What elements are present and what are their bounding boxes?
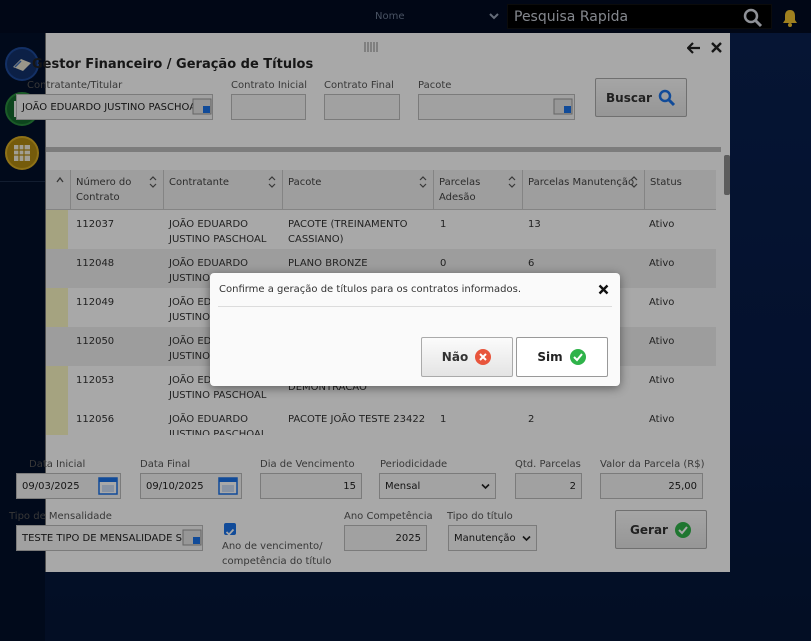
gerar-button[interactable]: Gerar <box>615 510 707 549</box>
confirm-message: Confirme a geração de títulos para os co… <box>219 284 521 295</box>
close-icon[interactable] <box>598 284 609 295</box>
data-final-label: Data Final <box>140 459 191 470</box>
window-title: Gestor Financeiro / Geração de Títulos <box>32 57 314 72</box>
periodicidade-label: Periodicidade <box>380 459 448 470</box>
pacote-field[interactable] <box>418 94 575 120</box>
column-header-adesao[interactable]: Parcelas Adesão <box>434 170 523 210</box>
dia-vencimento-label: Dia de Vencimento <box>260 459 355 470</box>
column-header-contratante[interactable]: Contratante <box>164 170 283 210</box>
sort-icon <box>56 176 64 183</box>
table-header: Número do Contrato Contratante Pacote Pa… <box>46 170 716 210</box>
sim-label: Sim <box>537 350 563 364</box>
qtd-parcelas-input[interactable]: 2 <box>515 473 582 499</box>
sort-icon <box>508 176 516 188</box>
horizontal-scrollbar[interactable] <box>46 147 721 152</box>
sidebar-divider <box>0 181 45 182</box>
column-header-select[interactable] <box>46 170 71 210</box>
sim-button[interactable]: Sim <box>516 337 608 377</box>
column-header-pacote[interactable]: Pacote <box>283 170 434 210</box>
column-header-status[interactable]: Status <box>645 170 716 210</box>
contratante-field[interactable]: JOÃO EDUARDO JUSTINO PASCHOAL <box>16 94 213 120</box>
calendar-icon[interactable] <box>218 476 238 496</box>
cancel-circle-icon <box>475 349 492 365</box>
nao-label: Não <box>441 350 469 364</box>
checkmark-icon <box>225 528 235 536</box>
bell-icon[interactable] <box>780 8 800 28</box>
pacote-label: Pacote <box>418 80 452 91</box>
sort-icon <box>268 176 276 188</box>
ano-competencia-label: Ano Competência <box>344 511 433 522</box>
nao-button[interactable]: Não <box>421 337 513 377</box>
search-type-select[interactable]: Nome <box>375 11 405 22</box>
close-window-icon[interactable] <box>710 41 723 54</box>
tipo-mensalidade-field[interactable]: TESTE TIPO DE MENSALIDADE SEM <box>16 525 203 551</box>
valor-parcela-label: Valor da Parcela (R$) <box>600 459 705 470</box>
ano-competencia-input[interactable]: 2025 <box>344 525 427 551</box>
quick-search-box <box>507 4 772 29</box>
buscar-button[interactable]: Buscar <box>595 78 687 117</box>
lookup-icon[interactable] <box>553 97 573 117</box>
ano-vencimento-checkbox[interactable] <box>224 523 236 536</box>
contrato-final-input[interactable] <box>324 94 400 120</box>
sort-icon <box>149 176 157 188</box>
qtd-parcelas-label: Qtd. Parcelas <box>515 459 581 470</box>
ano-vencimento-label: Ano de vencimento/ competência do título <box>222 541 332 567</box>
chevron-down-icon <box>522 535 531 542</box>
money-icon <box>13 59 31 71</box>
column-header-numero[interactable]: Número do Contrato <box>71 170 164 210</box>
dia-vencimento-input[interactable]: 15 <box>260 473 362 499</box>
dialog-divider <box>218 306 612 307</box>
lookup-icon[interactable] <box>182 528 202 548</box>
search-icon[interactable] <box>743 8 763 28</box>
search-icon <box>658 89 676 106</box>
top-bar: Nome <box>0 0 811 33</box>
table-row[interactable]: 112037 JOÃO EDUARDO JUSTINO PASCHOAL PAC… <box>46 210 716 249</box>
buscar-label: Buscar <box>606 90 652 105</box>
valor-parcela-input[interactable]: 25,00 <box>600 473 703 499</box>
table-row[interactable]: 112056 JOÃO EDUARDO JUSTINO PASCHOAL PAC… <box>46 405 716 435</box>
quick-search-input[interactable] <box>508 5 738 28</box>
chevron-down-icon[interactable] <box>487 9 501 23</box>
back-arrow-icon[interactable] <box>687 41 701 55</box>
calendar-icon[interactable] <box>98 476 118 496</box>
drag-grip-icon[interactable] <box>364 42 378 52</box>
tipo-titulo-label: Tipo do título <box>447 511 513 522</box>
contrato-inicial-label: Contrato Inicial <box>231 80 308 91</box>
tipo-mensalidade-label: Tipo de Mensalidade <box>9 511 112 522</box>
data-inicial-label: Data Inicial <box>29 459 86 470</box>
column-header-manutencao[interactable]: Parcelas Manutenção <box>523 170 645 210</box>
vertical-scrollbar[interactable] <box>724 155 730 195</box>
contrato-final-label: Contrato Final <box>324 80 394 91</box>
contratante-label: Contratante/Titular <box>27 80 123 91</box>
periodicidade-select[interactable]: Mensal <box>379 473 496 499</box>
check-circle-icon <box>569 349 586 365</box>
sidebar-calendar-button[interactable] <box>5 136 39 170</box>
confirm-dialog: Confirme a geração de títulos para os co… <box>210 273 620 386</box>
tipo-titulo-select[interactable]: Manutenção <box>448 525 537 551</box>
lookup-icon[interactable] <box>192 97 212 117</box>
calendar-grid-icon <box>14 145 30 161</box>
contrato-inicial-input[interactable] <box>231 94 306 120</box>
check-circle-icon <box>674 521 691 538</box>
gerar-label: Gerar <box>630 522 668 537</box>
sort-icon <box>630 176 638 188</box>
chevron-down-icon <box>481 483 490 490</box>
sort-icon <box>419 176 427 188</box>
